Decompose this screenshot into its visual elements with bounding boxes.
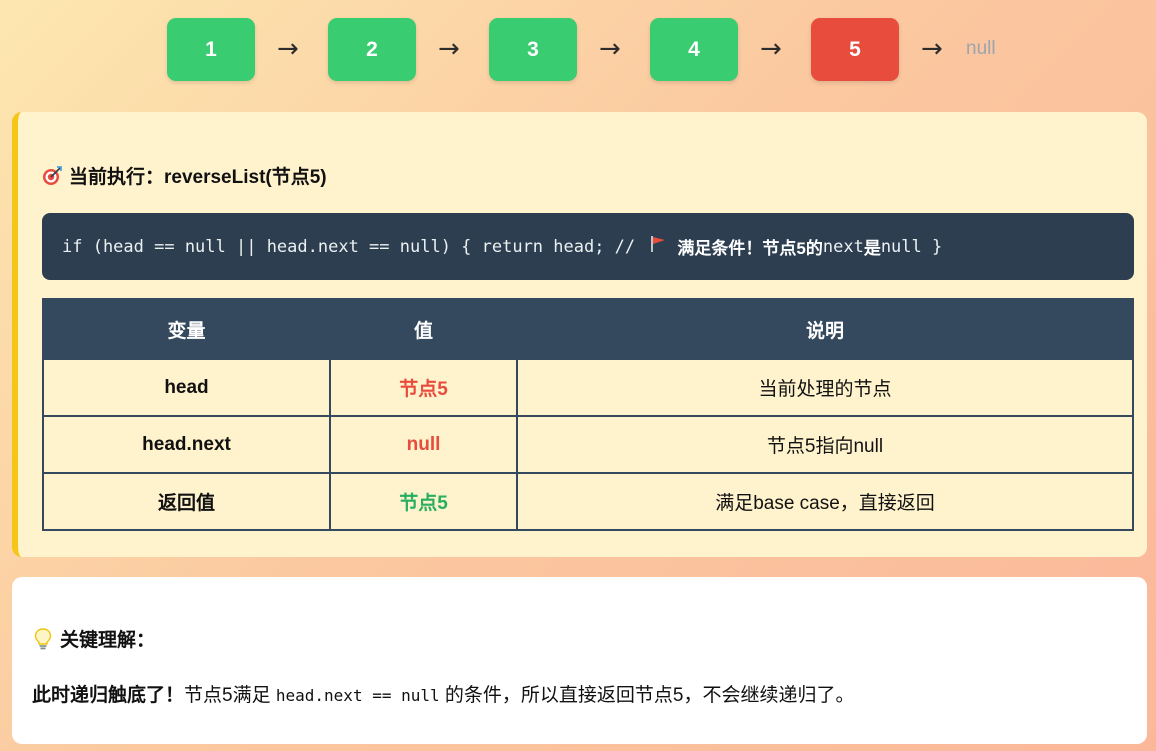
code-end: }: [921, 236, 943, 257]
cell-description: 当前处理的节点: [516, 358, 1134, 417]
arrow-icon: →: [599, 34, 621, 64]
insight-code: head.next == null: [275, 686, 440, 705]
key-insight-card: 关键理解： 此时递归触底了！节点5满足 head.next == null 的条…: [12, 577, 1147, 744]
red-flag-icon: [649, 235, 667, 258]
code-snippet: if (head == null || head.next == null) {…: [42, 213, 1134, 280]
code-comment: 满足条件！节点5的: [677, 239, 823, 258]
insight-title: 关键理解：: [32, 625, 155, 652]
cell-description: 节点5指向null: [516, 415, 1134, 474]
cell-value: null: [329, 415, 518, 474]
column-header-description: 说明: [516, 298, 1134, 360]
insight-emphasis: 此时递归触底了！: [32, 685, 185, 706]
insight-title-text: 关键理解：: [60, 630, 156, 651]
insight-body: 此时递归触底了！节点5满足 head.next == null 的条件，所以直接…: [32, 680, 855, 707]
code-text: if (head == null || head.next == null) {…: [62, 236, 646, 257]
lightbulb-icon: [32, 627, 54, 650]
current-execution-card: 当前执行：reverseList(节点5) if (head == null |…: [12, 112, 1147, 557]
cell-description: 满足base case，直接返回: [516, 472, 1134, 531]
insight-text-a: 节点5满足: [184, 685, 276, 706]
table-row: 返回值 节点5 满足base case，直接返回: [42, 472, 1134, 531]
arrow-icon: →: [760, 34, 782, 64]
code-comment-next: next: [822, 236, 864, 257]
list-node-5-current: 5: [811, 18, 899, 81]
table-row: head 节点5 当前处理的节点: [42, 358, 1134, 417]
column-header-value: 值: [329, 298, 518, 360]
list-node-4: 4: [650, 18, 738, 81]
cell-variable: 返回值: [42, 472, 331, 531]
variables-table: 变量 值 说明 head 节点5 当前处理的节点 head.next null …: [42, 298, 1134, 531]
list-node-2: 2: [328, 18, 416, 81]
target-icon: [41, 165, 63, 187]
code-comment-is: 是: [863, 239, 881, 258]
cell-value: 节点5: [329, 358, 518, 417]
table-row: head.next null 节点5指向null: [42, 415, 1134, 474]
cell-variable: head: [42, 358, 331, 417]
arrow-icon: →: [438, 34, 460, 64]
execution-title: 当前执行：reverseList(节点5): [41, 162, 327, 189]
code-comment-null: null: [880, 236, 922, 257]
cell-value: 节点5: [329, 472, 518, 531]
list-node-3: 3: [489, 18, 577, 81]
insight-text-b: 的条件，所以直接返回节点5，不会继续递归了。: [439, 685, 855, 706]
execution-title-text: 当前执行：reverseList(节点5): [69, 167, 327, 188]
list-node-1: 1: [167, 18, 255, 81]
table-header-row: 变量 值 说明: [42, 298, 1134, 360]
cell-variable: head.next: [42, 415, 331, 474]
column-header-variable: 变量: [42, 298, 331, 360]
arrow-icon: →: [277, 34, 299, 64]
linked-list-visualization: 1 → 2 → 3 → 4 → 5 → null: [0, 18, 1156, 82]
arrow-icon: →: [921, 34, 943, 64]
list-tail-null: null: [966, 38, 996, 59]
